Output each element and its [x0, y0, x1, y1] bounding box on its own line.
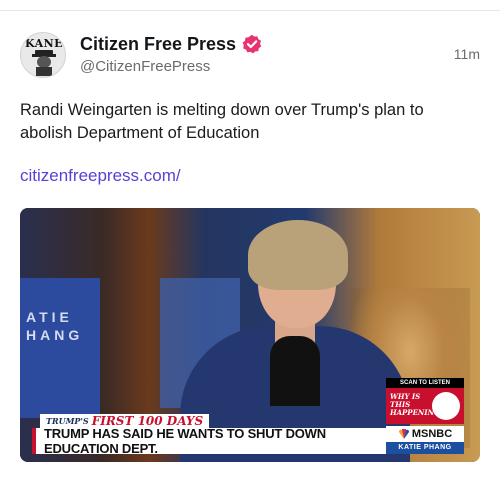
scan-label: SCAN TO LISTEN: [386, 378, 464, 388]
lower-third-headline: TRUMP HAS SAID HE WANTS TO SHUT DOWN EDU…: [32, 426, 388, 456]
avatar[interactable]: KANE: [20, 32, 66, 78]
network-name: MSNBC: [411, 428, 453, 440]
verified-badge-icon: [242, 34, 262, 54]
show-name: KATIE PHANG: [386, 442, 464, 454]
handle[interactable]: @CitizenFreePress: [80, 58, 210, 75]
kicker-small: TRUMP'S: [46, 416, 89, 426]
video-thumbnail[interactable]: ATIE HANG TRUMP'S FIRST 100 DAYS TRUMP H…: [20, 208, 480, 462]
avatar-figure-icon: [32, 50, 56, 76]
divider: [0, 10, 500, 11]
qr-code-icon: [432, 392, 460, 420]
qr-panel: WHY IS THIS HAPPENING?: [386, 388, 464, 424]
headline-text: TRUMP HAS SAID HE WANTS TO SHUT DOWN EDU…: [44, 426, 326, 456]
name-row: Citizen Free Press: [80, 32, 262, 56]
timestamp[interactable]: 11m: [454, 46, 480, 62]
guest-hair: [248, 220, 348, 290]
studio-wall-text: ATIE HANG: [26, 309, 84, 343]
network-logo: MSNBC: [386, 426, 464, 442]
lower-third: TRUMP'S FIRST 100 DAYS TRUMP HAS SAID HE…: [32, 414, 388, 456]
avatar-label: KANE: [24, 37, 64, 50]
qr-text: WHY IS THIS HAPPENING?: [390, 392, 445, 417]
studio-wall-panel: [20, 278, 100, 418]
post-header: KANE Citizen Free Press @CitizenFreePres…: [20, 28, 480, 84]
msnbc-peacock-icon: [398, 429, 409, 439]
guest-shirt: [270, 336, 320, 406]
network-bug: SCAN TO LISTEN WHY IS THIS HAPPENING? MS…: [386, 378, 464, 454]
display-name[interactable]: Citizen Free Press: [80, 34, 236, 55]
post-link[interactable]: citizenfreepress.com/: [20, 166, 181, 186]
post-text: Randi Weingarten is melting down over Tr…: [20, 101, 424, 142]
